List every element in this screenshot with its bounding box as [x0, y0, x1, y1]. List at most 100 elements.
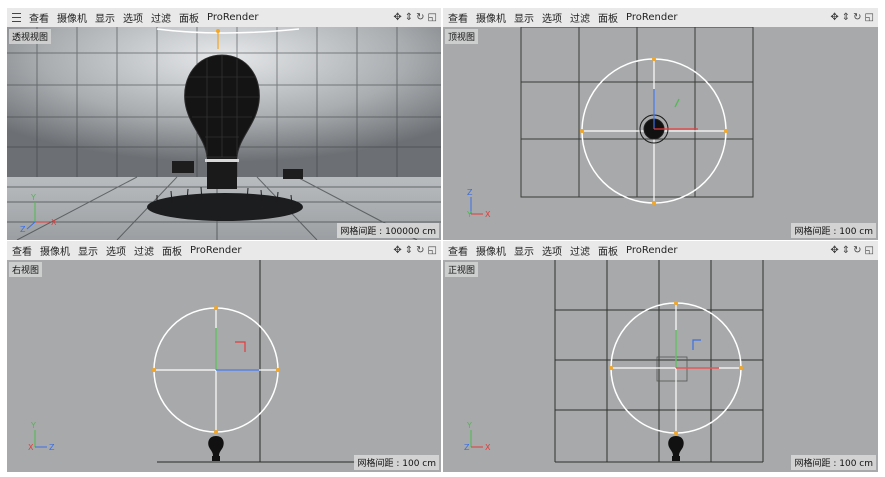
light-handle-top — [216, 29, 220, 33]
front-view-menubar: 查看 摄像机 显示 选项 过滤 面板 ProRender ✥ ⇕ ↻ ◱ — [443, 241, 878, 260]
hamburger-icon[interactable] — [12, 13, 21, 22]
grid-spacing-readout: 网格间距 : 100 cm — [791, 223, 876, 238]
axis-y-label: Y — [466, 210, 472, 219]
axis-z-label: Z — [20, 225, 26, 234]
right-object — [283, 169, 303, 179]
top-view-menubar: 查看 摄像机 显示 选项 过滤 面板 ProRender ✥ ⇕ ↻ ◱ — [443, 8, 878, 27]
menu-filter[interactable]: 过滤 — [151, 10, 171, 25]
front-grid — [554, 260, 764, 463]
perspective-scene: Y X Z — [7, 27, 441, 240]
rotate-icon[interactable]: ↻ — [853, 12, 861, 23]
menu-display[interactable]: 显示 — [78, 243, 98, 258]
viewport-label[interactable]: 顶视图 — [445, 29, 479, 44]
grid-spacing-readout: 网格间距 : 100000 cm — [337, 223, 439, 238]
menu-prorender[interactable]: ProRender — [190, 245, 241, 256]
world-axis — [470, 430, 483, 448]
zoom-icon[interactable]: ⇕ — [405, 12, 413, 23]
menu-panel[interactable]: 面板 — [162, 243, 182, 258]
perspective-menubar: 查看 摄像机 显示 选项 过滤 面板 ProRender ✥ ⇕ ↻ ◱ — [7, 8, 441, 27]
menu-options[interactable]: 选项 — [542, 10, 562, 25]
axis-x-label: X — [51, 218, 57, 227]
move-icon[interactable]: ✥ — [393, 245, 401, 256]
gizmo — [215, 328, 259, 371]
menu-options[interactable]: 选项 — [106, 243, 126, 258]
rotate-icon[interactable]: ↻ — [853, 245, 861, 256]
axis-y-label: Y — [466, 421, 472, 430]
world-axis — [470, 197, 483, 215]
grid-spacing-readout: 网格间距 : 100 cm — [354, 455, 439, 470]
bulb-silhouette — [668, 436, 684, 456]
bulb-base — [212, 456, 220, 461]
viewport-label[interactable]: 右视图 — [9, 262, 43, 277]
maximize-icon[interactable]: ◱ — [428, 12, 437, 23]
axis-y-label: Y — [30, 193, 36, 202]
right-view-pane: 查看 摄像机 显示 选项 过滤 面板 ProRender ✥ ⇕ ↻ ◱ Y X… — [7, 241, 441, 472]
grass-base — [147, 193, 303, 221]
menu-prorender[interactable]: ProRender — [207, 12, 258, 23]
right-view-viewport[interactable]: Y X Z 右视图 网格间距 : 100 cm — [7, 260, 441, 472]
menu-options[interactable]: 选项 — [542, 243, 562, 258]
menu-prorender[interactable]: ProRender — [626, 245, 677, 256]
menu-panel[interactable]: 面板 — [598, 243, 618, 258]
menu-view[interactable]: 查看 — [12, 243, 32, 258]
top-view-scene: Z Y X — [466, 27, 754, 219]
menu-camera[interactable]: 摄像机 — [476, 10, 506, 25]
right-view-menubar: 查看 摄像机 显示 选项 过滤 面板 ProRender ✥ ⇕ ↻ ◱ — [7, 241, 441, 260]
selection-box — [656, 356, 688, 382]
bulb-ring — [205, 159, 239, 162]
zoom-icon[interactable]: ⇕ — [842, 245, 850, 256]
nav-icons: ✥ ⇕ ↻ ◱ — [827, 8, 874, 27]
menu-camera[interactable]: 摄像机 — [40, 243, 70, 258]
menu-panel[interactable]: 面板 — [179, 10, 199, 25]
front-view-viewport[interactable]: Y Z X 正视图 网格间距 : 100 cm — [443, 260, 878, 472]
maximize-icon[interactable]: ◱ — [865, 12, 874, 23]
axis-y-label: Y — [30, 421, 36, 430]
rotate-icon[interactable]: ↻ — [416, 12, 424, 23]
axis-z-label: Z — [464, 443, 470, 452]
move-icon[interactable]: ✥ — [830, 12, 838, 23]
viewport-label[interactable]: 正视图 — [445, 262, 479, 277]
axis-z-label: Z — [49, 443, 55, 452]
menu-camera[interactable]: 摄像机 — [476, 243, 506, 258]
front-view-pane: 查看 摄像机 显示 选项 过滤 面板 ProRender ✥ ⇕ ↻ ◱ Y Z… — [443, 241, 878, 472]
axis-z-label: Z — [467, 188, 473, 197]
menu-panel[interactable]: 面板 — [598, 10, 618, 25]
left-object — [172, 161, 194, 173]
top-view-viewport[interactable]: Z Y X 顶视图 网格间距 : 100 cm — [443, 27, 878, 240]
nav-icons: ✥ ⇕ ↻ ◱ — [390, 241, 437, 260]
viewport-grid: 查看 摄像机 显示 选项 过滤 面板 ProRender ✥ ⇕ ↻ ◱ Y X… — [0, 0, 885, 477]
zoom-icon[interactable]: ⇕ — [405, 245, 413, 256]
move-icon[interactable]: ✥ — [393, 12, 401, 23]
gizmo — [675, 330, 719, 369]
menu-display[interactable]: 显示 — [514, 10, 534, 25]
menu-display[interactable]: 显示 — [514, 243, 534, 258]
menu-display[interactable]: 显示 — [95, 10, 115, 25]
maximize-icon[interactable]: ◱ — [865, 245, 874, 256]
maximize-icon[interactable]: ◱ — [428, 245, 437, 256]
menu-filter[interactable]: 过滤 — [570, 10, 590, 25]
perspective-pane: 查看 摄像机 显示 选项 过滤 面板 ProRender ✥ ⇕ ↻ ◱ Y X… — [7, 8, 441, 240]
menu-view[interactable]: 查看 — [448, 243, 468, 258]
bulb-base — [672, 456, 680, 461]
right-view-scene: Y X Z — [28, 260, 357, 463]
viewport-label[interactable]: 透视视图 — [9, 29, 52, 44]
front-view-scene: Y Z X — [464, 260, 764, 463]
menu-view[interactable]: 查看 — [29, 10, 49, 25]
perspective-viewport[interactable]: Y X Z 透视视图 网格间距 : 100000 cm — [7, 27, 441, 240]
move-icon[interactable]: ✥ — [830, 245, 838, 256]
menu-camera[interactable]: 摄像机 — [57, 10, 87, 25]
menu-view[interactable]: 查看 — [448, 10, 468, 25]
nav-icons: ✥ ⇕ ↻ ◱ — [827, 241, 874, 260]
menu-filter[interactable]: 过滤 — [570, 243, 590, 258]
nav-icons: ✥ ⇕ ↻ ◱ — [390, 8, 437, 27]
zoom-icon[interactable]: ⇕ — [842, 12, 850, 23]
axis-x-label: X — [485, 443, 491, 452]
grid-spacing-readout: 网格间距 : 100 cm — [791, 455, 876, 470]
menu-filter[interactable]: 过滤 — [134, 243, 154, 258]
axis-x-label: X — [485, 210, 491, 219]
world-axis — [34, 430, 47, 448]
menu-options[interactable]: 选项 — [123, 10, 143, 25]
menu-prorender[interactable]: ProRender — [626, 12, 677, 23]
rotate-icon[interactable]: ↻ — [416, 245, 424, 256]
axis-x-label: X — [28, 443, 34, 452]
